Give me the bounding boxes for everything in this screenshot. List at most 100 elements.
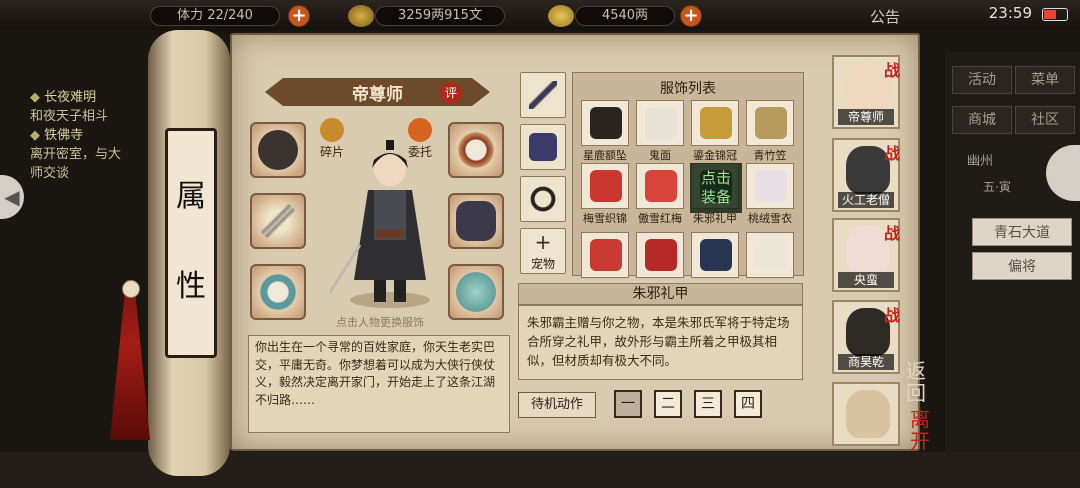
clothing-icon [755,170,787,202]
clothing-icon [590,239,622,271]
clothing-item-label: 傲雪红梅 [638,212,682,225]
clothing-item[interactable] [581,100,629,146]
equip-overlay-line: 点击 [700,169,731,187]
idle-action-label: 待机动作 [518,392,596,418]
quest-title: 铁佛寺 [30,126,165,145]
clothing-item-label: 青竹笠 [753,149,787,162]
activity-button[interactable]: 活动 [952,66,1012,94]
equip-overlay-line: 装备 [700,188,731,206]
npc-link-pianjiang[interactable]: 偏将 [972,252,1072,280]
quest-title: 长夜难明 [30,88,165,107]
clothing-item[interactable] [581,232,629,278]
title-char: 属 [176,179,206,214]
gold-display: 4540两 [575,6,675,26]
notice-button[interactable]: 公告 [870,6,900,27]
gold-ingot-icon [548,5,574,27]
equip-slot-necklace[interactable] [448,122,504,178]
change-outfit-hint: 点击人物更换服饰 [336,316,424,329]
stamina-label: 体力 [177,8,204,23]
quest-line: 和夜天子相斗 [30,109,109,124]
pet-label: 宠物 [530,257,555,271]
item-slot-robe[interactable] [520,124,566,170]
stamina-display: 体力 22/240 [150,6,280,26]
page-title-plate: 属 性 [165,128,217,358]
item-description: 朱邪霸主赠与你之物，本是朱邪氏军将于特定场合所穿之礼甲，故外形与霸主所着之甲极其… [518,305,803,380]
clothing-icon [700,239,732,271]
add-stamina-button[interactable]: + [288,5,310,27]
idle-option-1[interactable]: 一 [614,390,642,418]
clothing-item[interactable] [691,100,739,146]
clothing-item-label: 梅雪织锦 [583,212,627,225]
clock: 23:59 [988,4,1032,22]
character-bio: 你出生在一个寻常的百姓家庭，你天生老实巴交，平庸无奇。你梦想着可以成为大侠行侠仗… [248,335,510,433]
clothing-item-label: 鬼面 [649,149,671,162]
item-description-title: 朱邪礼甲 [518,283,803,305]
bracelet-icon [529,185,557,213]
equip-slot-ring[interactable] [250,264,306,320]
leave-char: 开 [910,429,930,453]
quest-tracker[interactable]: 长夜难明 和夜天子相斗 铁佛寺 离开密室，与大 师交谈 [30,88,165,183]
clothing-item[interactable] [746,100,794,146]
companion-name: 火工老僧 [838,192,894,208]
idle-option-4[interactable]: 四 [734,390,762,418]
item-slot-hairpin[interactable] [520,72,566,118]
idle-option-2[interactable]: 二 [654,390,682,418]
equip-slot-armor[interactable] [448,193,504,249]
back-char: 返 [906,359,926,383]
menu-button[interactable]: 菜单 [1015,66,1075,94]
ring-icon [258,272,298,312]
location-link-qingshi[interactable]: 青石大道 [972,218,1072,246]
hairpin-icon [529,81,557,109]
bead-necklace-icon [456,130,496,170]
clothing-item[interactable] [746,232,794,278]
stamina-value: 22/240 [207,8,253,23]
clothing-item-label: 桃绒雪衣 [748,212,792,225]
equip-overlay-button[interactable]: 点击 装备 [690,163,742,213]
clothing-item-label: 鎏金锦冠 [693,149,737,162]
battle-badge: 战 [884,224,901,243]
back-char: 回 [906,381,926,405]
top-resource-bar: 体力 22/240 + 3259两915文 4540两 + 公告 23:59 [0,0,1080,30]
clothing-item[interactable] [636,163,684,209]
idle-option-3[interactable]: 三 [694,390,722,418]
robe-icon [529,133,557,161]
clothing-icon [645,170,677,202]
item-slot-pet[interactable]: + 宠物 [520,228,566,274]
companion-portrait [846,390,890,438]
clothing-item[interactable] [636,232,684,278]
title-char: 性 [176,269,206,304]
companion-name: 商昊乾 [838,354,894,370]
companion-name: 央蛮 [838,272,894,288]
review-badge[interactable]: 评 [440,82,462,104]
clothing-list-title: 服饰列表 [660,81,716,97]
battle-badge: 战 [884,61,901,80]
silver-display: 3259两915文 [375,6,505,26]
item-slot-bracelet[interactable] [520,176,566,222]
character-figure[interactable] [330,130,450,310]
collapse-left-button[interactable]: ◀ [0,175,24,219]
quest-line: 师交谈 [30,166,70,181]
clothing-item[interactable] [691,232,739,278]
add-gold-button[interactable]: + [680,5,702,27]
silver-icon [348,5,374,27]
equip-slot-gauntlet[interactable] [250,122,306,178]
time-label: 五·寅 [983,180,1011,194]
equip-slot-accessory[interactable] [448,264,504,320]
clothing-icon [645,107,677,139]
battle-badge: 战 [884,144,901,163]
equip-slot-weapon[interactable] [250,193,306,249]
back-button[interactable]: 返 回 [906,360,926,404]
battery-icon [1042,8,1068,21]
gauntlet-icon [258,130,298,170]
leave-char: 离 [910,407,930,431]
clothing-icon [590,107,622,139]
clothing-item[interactable] [581,163,629,209]
community-button[interactable]: 社区 [1015,106,1075,134]
leave-button[interactable]: 离 开 [910,408,930,452]
clothing-icon [645,239,677,271]
clothing-item[interactable] [636,100,684,146]
companion-card[interactable] [832,382,900,446]
clothing-item[interactable] [746,163,794,209]
battle-badge: 战 [884,306,901,325]
shop-button[interactable]: 商城 [952,106,1012,134]
